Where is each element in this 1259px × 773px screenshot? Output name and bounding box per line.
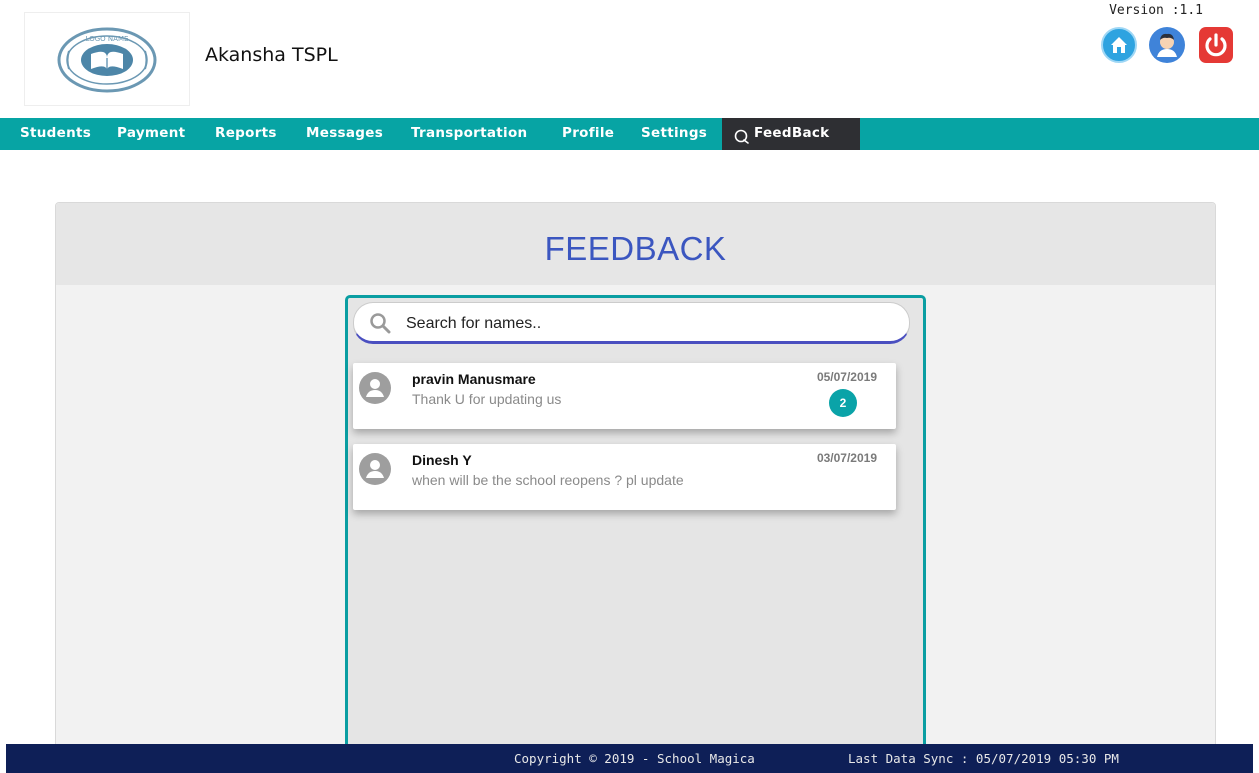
main-nav: Students Payment Reports Messages Transp… [0, 118, 1259, 150]
home-icon[interactable] [1101, 27, 1137, 63]
header: LOGO NAME Akansha TSPL Version :1.1 [0, 0, 1259, 118]
power-icon[interactable] [1199, 27, 1233, 63]
chat-bubble-icon [734, 126, 750, 156]
avatar-icon [359, 453, 391, 485]
nav-settings[interactable]: Settings [641, 118, 707, 150]
sender-name: pravin Manusmare [412, 371, 536, 387]
org-name: Akansha TSPL [205, 44, 338, 66]
message-date: 05/07/2019 [816, 370, 877, 384]
panel-header: FEEDBACK [56, 203, 1215, 285]
user-profile-icon[interactable] [1149, 27, 1185, 63]
nav-profile[interactable]: Profile [562, 118, 614, 150]
avatar-icon [359, 372, 391, 404]
footer: Copyright © 2019 - School Magica Last Da… [6, 744, 1253, 773]
message-date: 03/07/2019 [816, 451, 877, 465]
version-label: Version :1.1 [1109, 3, 1203, 18]
feedback-item[interactable]: pravin Manusmare Thank U for updating us… [353, 363, 896, 429]
page-title: FEEDBACK [544, 230, 727, 267]
school-logo: LOGO NAME [24, 12, 190, 106]
search-input[interactable] [404, 311, 888, 337]
last-sync-text: Last Data Sync : 05/07/2019 05:30 PM [848, 751, 1119, 766]
copyright-text: Copyright © 2019 - School Magica [514, 751, 755, 766]
unread-count-badge: 2 [829, 389, 857, 417]
logo-text: LOGO NAME [86, 35, 129, 43]
search-icon [368, 311, 392, 339]
message-preview: when will be the school reopens ? pl upd… [412, 472, 684, 488]
nav-reports[interactable]: Reports [215, 118, 277, 150]
nav-payment[interactable]: Payment [117, 118, 185, 150]
nav-feedback-label: FeedBack [754, 125, 830, 141]
search-bar[interactable] [353, 302, 910, 344]
sender-name: Dinesh Y [412, 452, 472, 468]
nav-transportation[interactable]: Transportation [411, 118, 527, 150]
message-preview: Thank U for updating us [412, 391, 562, 407]
nav-messages[interactable]: Messages [306, 118, 383, 150]
nav-students[interactable]: Students [20, 118, 91, 150]
nav-feedback[interactable]: FeedBack [722, 118, 860, 150]
app-page: LOGO NAME Akansha TSPL Version :1.1 Stud… [0, 0, 1259, 773]
feedback-item[interactable]: Dinesh Y when will be the school reopens… [353, 444, 896, 510]
